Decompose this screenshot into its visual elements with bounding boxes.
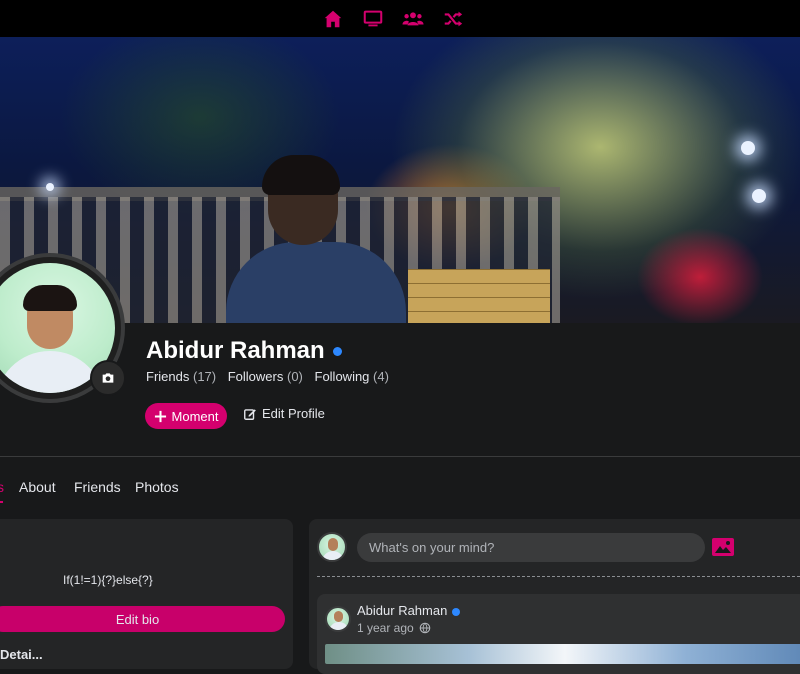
cover-lamp: [752, 189, 766, 203]
followers-count: (0): [286, 369, 303, 384]
friends-count: (17): [192, 369, 217, 384]
profile-divider: [0, 456, 800, 457]
tab-about[interactable]: About: [19, 479, 56, 495]
avatar-shirt: [0, 351, 105, 393]
globe-icon: [419, 622, 431, 634]
avatar-hair: [23, 285, 77, 311]
profile-name-text: Abidur Rahman: [146, 337, 325, 364]
tab-photos[interactable]: Photos: [135, 479, 179, 495]
add-moment-button[interactable]: Moment: [145, 403, 227, 429]
moment-label: Moment: [171, 408, 219, 424]
users-icon[interactable]: [402, 8, 424, 30]
top-nav: [0, 0, 800, 37]
edit-bio-button[interactable]: Edit bio: [0, 606, 285, 632]
image-icon: [712, 538, 734, 556]
followers-stat[interactable]: Followers (0): [228, 369, 303, 384]
plus-icon: [154, 410, 166, 422]
profile-name: Abidur Rahman: [146, 337, 342, 365]
post-author[interactable]: Abidur Rahman: [357, 603, 461, 618]
avatar-face: [334, 611, 343, 622]
post-author-avatar[interactable]: [325, 606, 351, 632]
tab-active-underline: [0, 501, 3, 503]
cover-lamp: [46, 183, 54, 191]
cover-photo: [0, 37, 800, 323]
post-time-text: 1 year ago: [357, 621, 414, 635]
edit-bio-label: Edit bio: [115, 611, 160, 627]
composer-avatar[interactable]: [317, 532, 347, 562]
following-stat[interactable]: Following (4): [315, 369, 389, 384]
bio-text: If(1!=1){?}else{?}: [63, 573, 153, 587]
intro-card: [0, 519, 293, 669]
tab-friends[interactable]: Friends: [74, 479, 121, 495]
following-count: (4): [373, 369, 389, 384]
camera-icon: [102, 373, 114, 383]
home-icon[interactable]: [322, 8, 344, 30]
edit-icon: [244, 408, 256, 420]
cover-brick-planter: [408, 269, 550, 323]
friends-label: Friends: [146, 369, 190, 384]
post-author-name: Abidur Rahman: [357, 603, 448, 618]
shuffle-icon[interactable]: [442, 8, 464, 30]
edit-profile-label: Edit Profile: [262, 406, 325, 421]
composer-input[interactable]: [357, 533, 705, 562]
edit-profile-button[interactable]: Edit Profile: [243, 406, 325, 421]
verified-dot: [332, 347, 342, 357]
add-photo-button[interactable]: [711, 535, 735, 564]
tab-active-label: s: [0, 479, 4, 495]
post-image[interactable]: [325, 644, 800, 664]
post-composer[interactable]: [357, 533, 705, 562]
avatar-face: [328, 538, 338, 551]
verified-dot: [452, 607, 461, 616]
monitor-icon[interactable]: [362, 8, 384, 30]
following-label: Following: [314, 369, 370, 384]
tab-active-partial[interactable]: s: [0, 479, 4, 495]
post-timestamp: 1 year ago: [357, 621, 431, 635]
profile-stats: Friends (17) Followers (0) Following (4): [146, 369, 389, 384]
cover-lamp: [741, 141, 755, 155]
composer-divider: [317, 576, 800, 577]
change-avatar-button[interactable]: [90, 360, 126, 396]
friends-stat[interactable]: Friends (17): [146, 369, 216, 384]
followers-label: Followers: [227, 369, 284, 384]
cover-person-hair: [262, 155, 340, 195]
